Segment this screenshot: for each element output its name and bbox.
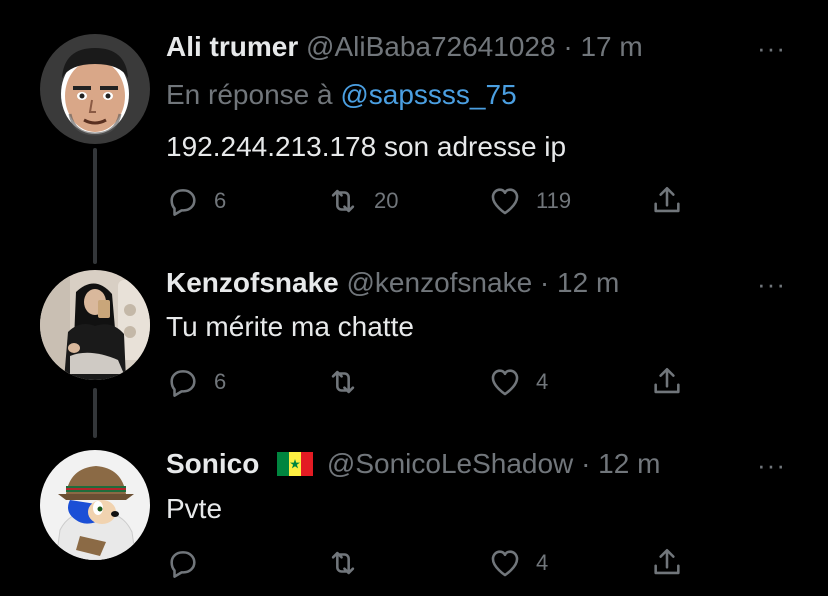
senegal-flag-icon — [277, 452, 314, 476]
retweet-button[interactable] — [326, 545, 374, 581]
retweet-icon — [331, 551, 355, 575]
like-button[interactable]: 4 — [488, 545, 548, 581]
tweet-actions: 4 — [166, 545, 696, 581]
tweet-text: Pvte — [166, 493, 223, 524]
reply-icon — [170, 551, 196, 578]
share-icon — [654, 548, 680, 575]
tweet[interactable]: Sonico @SonicoLeShadow · 12 m ··· Pvte 4 — [0, 0, 828, 596]
sonic-avatar-icon — [40, 450, 150, 560]
more-options-icon[interactable]: ··· — [757, 452, 786, 478]
reply-button[interactable] — [166, 545, 214, 581]
like-count: 4 — [536, 550, 549, 575]
avatar[interactable] — [40, 450, 150, 560]
share-button[interactable] — [650, 545, 684, 581]
display-name[interactable]: Sonico — [166, 448, 259, 479]
heart-icon — [491, 550, 519, 577]
timestamp[interactable]: 12 m — [598, 448, 660, 479]
tweet-header: Sonico @SonicoLeShadow · 12 m — [166, 447, 748, 481]
separator-dot: · — [581, 448, 591, 479]
user-handle[interactable]: @SonicoLeShadow — [327, 448, 573, 479]
